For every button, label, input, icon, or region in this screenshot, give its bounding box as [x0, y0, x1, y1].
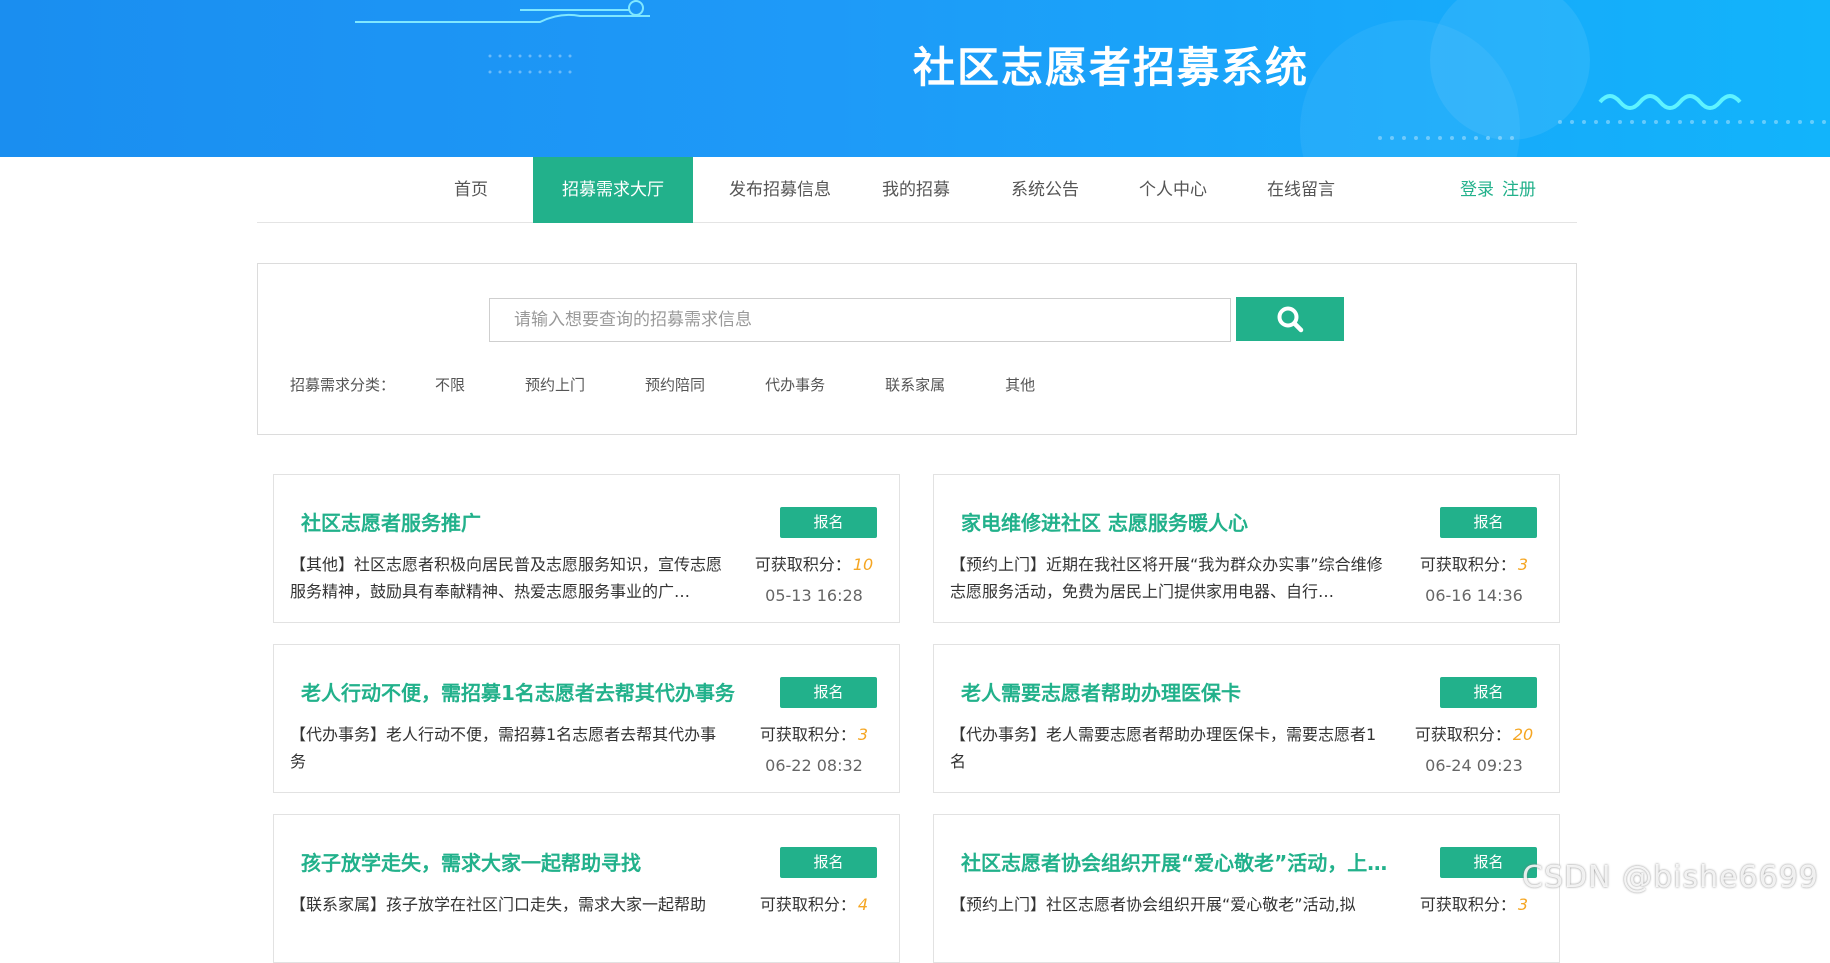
card-points: 可获取积分： 3 — [734, 721, 894, 748]
points-value: 3 — [857, 725, 869, 744]
nav-item-home[interactable]: 首页 — [436, 157, 506, 223]
category-contact-family[interactable]: 联系家属 — [885, 374, 945, 395]
recruitment-card: 老人需要志愿者帮助办理医保卡 报名 【代办事务】老人需要志愿者帮助办理医保卡，需… — [933, 644, 1560, 793]
csdn-watermark: CSDN @bishe6699 — [1522, 860, 1819, 895]
search-button[interactable] — [1236, 297, 1344, 341]
register-link[interactable]: 注册 — [1502, 180, 1536, 200]
card-title[interactable]: 家电维修进社区 志愿服务暖人心 — [961, 507, 1401, 536]
login-link[interactable]: 登录 — [1460, 180, 1494, 200]
points-label: 可获取积分： — [1414, 725, 1511, 744]
card-description: 【联系家属】孩子放学在社区门口走失，需求大家一起帮助 — [290, 895, 707, 914]
nav-item-publish-recruitment[interactable]: 发布招募信息 — [717, 157, 843, 223]
points-value: 10 — [852, 555, 874, 574]
points-label: 可获取积分： — [759, 895, 856, 914]
points-value: 3 — [1517, 555, 1529, 574]
recruitment-card: 社区志愿者协会组织开展“爱心敬老”活动，上门… 报名 【预约上门】社区志愿者协会… — [933, 814, 1560, 963]
nav-item-announcements[interactable]: 系统公告 — [1000, 157, 1090, 223]
card-description: 【代办事务】老人行动不便，需招募1名志愿者去帮其代办事务 — [290, 725, 717, 771]
card-description: 【代办事务】老人需要志愿者帮助办理医保卡，需要志愿者1名 — [950, 725, 1377, 771]
main-nav: 首页 招募需求大厅 发布招募信息 我的招募 系统公告 个人中心 在线留言 登录注… — [257, 157, 1577, 223]
points-value: 20 — [1512, 725, 1534, 744]
card-points: 可获取积分： 4 — [734, 891, 894, 918]
header-banner: 社区志愿者招募系统 — [0, 0, 1830, 157]
card-points: 可获取积分： 20 — [1394, 721, 1554, 748]
points-label: 可获取积分： — [1419, 555, 1516, 574]
card-points: 可获取积分： 3 — [1394, 551, 1554, 578]
points-value: 4 — [857, 895, 869, 914]
card-description: 【预约上门】社区志愿者协会组织开展“爱心敬老”活动,拟 — [950, 895, 1356, 914]
signup-button[interactable]: 报名 — [780, 677, 877, 708]
recruitment-card: 孩子放学走失，需求大家一起帮助寻找 报名 【联系家属】孩子放学在社区门口走失，需… — [273, 814, 900, 963]
card-description: 【其他】社区志愿者积极向居民普及志愿服务知识，宣传志愿服务精神，鼓励具有奉献精神… — [290, 555, 723, 601]
category-errands[interactable]: 代办事务 — [765, 374, 825, 395]
search-icon — [1277, 306, 1304, 333]
category-accompany[interactable]: 预约陪同 — [645, 374, 705, 395]
card-title[interactable]: 老人需要志愿者帮助办理医保卡 — [961, 677, 1401, 706]
card-time: 06-16 14:36 — [1425, 586, 1523, 605]
nav-item-my-recruitment[interactable]: 我的招募 — [871, 157, 961, 223]
points-label: 可获取积分： — [759, 725, 856, 744]
card-points: 可获取积分： 10 — [734, 551, 894, 578]
card-time: 05-13 16:28 — [765, 586, 863, 605]
card-time: 06-24 09:23 — [1425, 756, 1523, 775]
recruitment-card: 家电维修进社区 志愿服务暖人心 报名 【预约上门】近期在我社区将开展“我为群众办… — [933, 474, 1560, 623]
recruitment-card: 老人行动不便，需招募1名志愿者去帮其代办事务 报名 【代办事务】老人行动不便，需… — [273, 644, 900, 793]
category-filter: 招募需求分类： 不限 预约上门 预约陪同 代办事务 联系家属 其他 — [290, 372, 1035, 396]
signup-button[interactable]: 报名 — [1440, 507, 1537, 538]
recruitment-card: 社区志愿者服务推广 报名 【其他】社区志愿者积极向居民普及志愿服务知识，宣传志愿… — [273, 474, 900, 623]
points-label: 可获取积分： — [1419, 895, 1516, 914]
search-panel: 招募需求分类： 不限 预约上门 预约陪同 代办事务 联系家属 其他 — [257, 263, 1577, 435]
search-input[interactable] — [489, 298, 1231, 342]
points-label: 可获取积分： — [754, 555, 851, 574]
category-home-visit[interactable]: 预约上门 — [525, 374, 585, 395]
signup-button[interactable]: 报名 — [780, 507, 877, 538]
card-title[interactable]: 社区志愿者协会组织开展“爱心敬老”活动，上门… — [961, 847, 1401, 876]
signup-button[interactable]: 报名 — [780, 847, 877, 878]
nav-item-personal-center[interactable]: 个人中心 — [1128, 157, 1218, 223]
auth-links: 登录 注册 — [1452, 157, 1536, 223]
category-other[interactable]: 其他 — [1005, 374, 1035, 395]
card-title[interactable]: 社区志愿者服务推广 — [301, 507, 741, 536]
card-title[interactable]: 孩子放学走失，需求大家一起帮助寻找 — [301, 847, 741, 876]
card-points: 可获取积分： 3 — [1394, 891, 1554, 918]
points-value: 3 — [1517, 895, 1529, 914]
nav-item-online-message[interactable]: 在线留言 — [1256, 157, 1346, 223]
card-description: 【预约上门】近期在我社区将开展“我为群众办实事”综合维修志愿服务活动，免费为居民… — [950, 555, 1383, 601]
signup-button[interactable]: 报名 — [1440, 677, 1537, 708]
nav-item-recruitment-hall[interactable]: 招募需求大厅 — [533, 157, 693, 223]
category-label: 招募需求分类： — [290, 375, 396, 394]
category-all[interactable]: 不限 — [435, 374, 465, 395]
card-time: 06-22 08:32 — [765, 756, 863, 775]
card-title[interactable]: 老人行动不便，需招募1名志愿者去帮其代办事务 — [301, 677, 741, 706]
site-title: 社区志愿者招募系统 — [913, 43, 1310, 92]
